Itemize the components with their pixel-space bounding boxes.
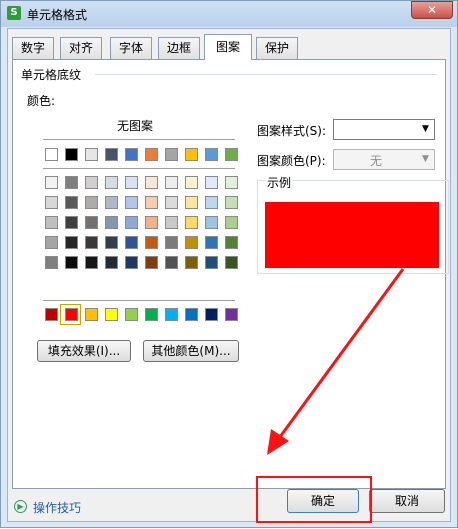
arrow-annotation (267, 268, 405, 455)
tab-patterns[interactable]: 图案 (204, 34, 252, 60)
arrow-head (267, 429, 289, 455)
format-cells-dialog: S 单元格格式 ✕ 数字 对齐 字体 边框 图案 保护 单元格底纹 颜色: 无图… (0, 0, 458, 528)
arrow-shaft (275, 268, 405, 442)
